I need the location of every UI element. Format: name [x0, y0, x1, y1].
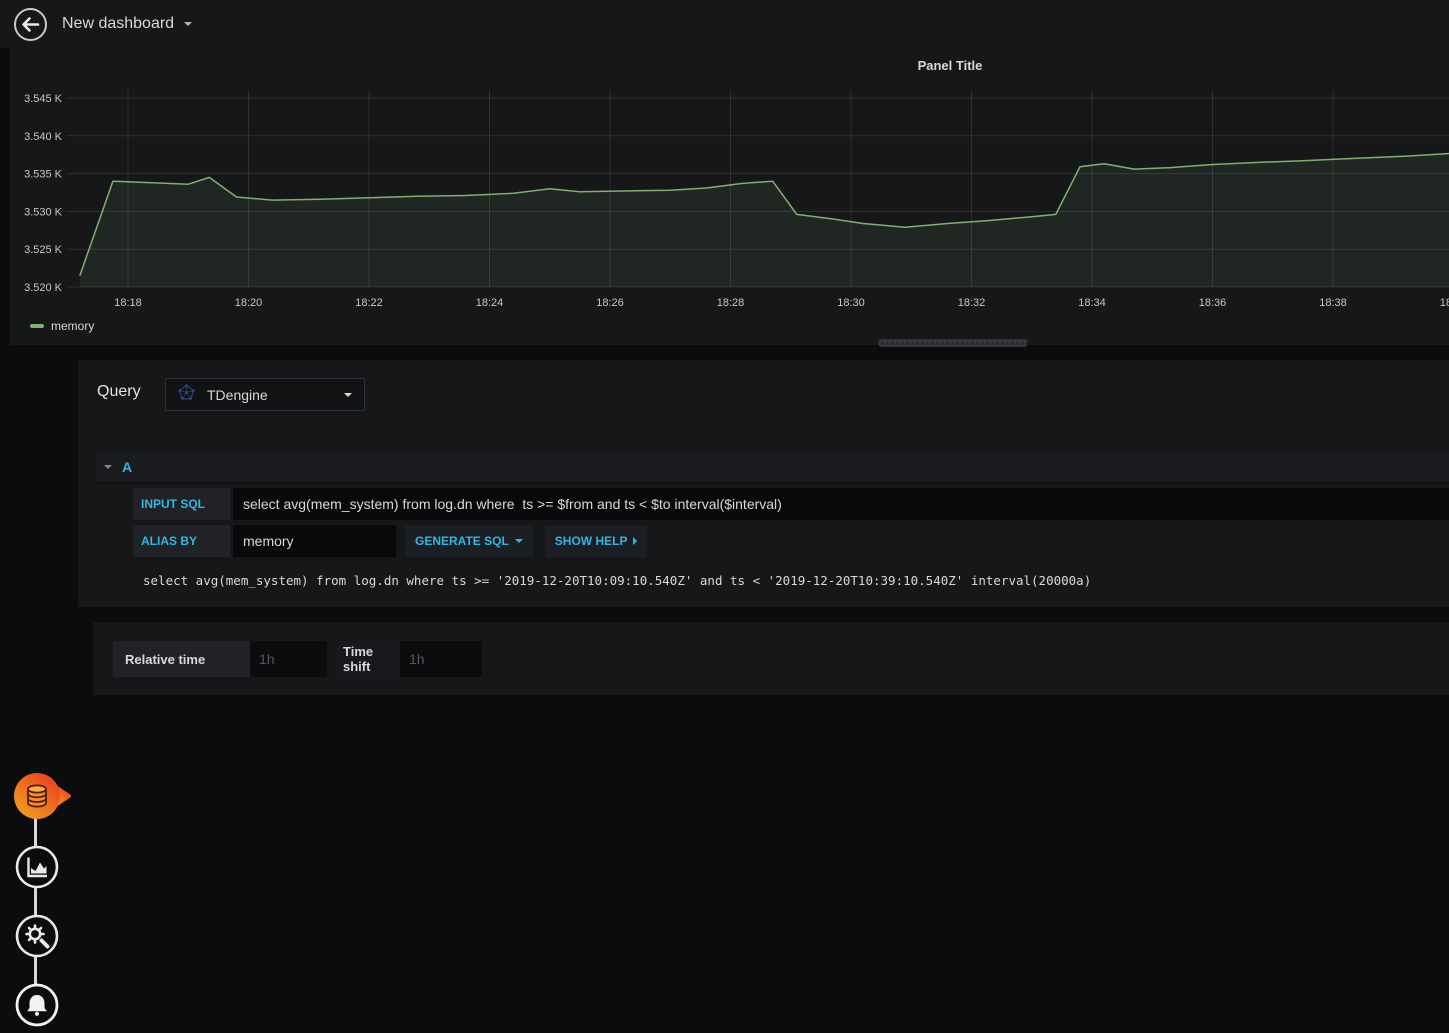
tab-visualization[interactable] [14, 844, 60, 895]
memory-timeseries-chart: 3.545 K 3.540 K 3.535 K 3.530 K 3.525 K 3.520… [24, 90, 1449, 309]
x-axis-tick-label: 18:40 [1440, 297, 1449, 309]
query-row-header[interactable]: A [95, 451, 1449, 483]
query-ref-id: A [122, 458, 133, 475]
x-axis-tick-label: 18:18 [114, 297, 142, 309]
collapse-caret-icon [104, 464, 112, 469]
alias-by-label: ALIAS BY [133, 525, 230, 557]
top-navbar: New dashboard [0, 0, 1449, 48]
tab-connector-line [34, 796, 37, 1004]
x-axis-tick-label: 18:24 [476, 297, 504, 309]
legend-color-dash [30, 324, 44, 328]
y-axis-tick-label: 3.530 K [24, 206, 63, 218]
chevron-down-icon [344, 392, 352, 397]
generate-sql-button[interactable]: GENERATE SQL [405, 525, 533, 557]
generated-sql-preview: select avg(mem_system) from log.dn where… [143, 573, 1092, 588]
chevron-down-icon [514, 539, 523, 543]
gear-icon [14, 914, 60, 963]
query-section-title: Query [97, 383, 141, 400]
show-help-button[interactable]: SHOW HELP [544, 525, 648, 557]
x-axis-tick-label: 18:32 [958, 297, 986, 309]
time-options-section: Relative time Time shift [93, 622, 1449, 695]
show-help-label: SHOW HELP [554, 534, 628, 548]
x-axis-tick-label: 18:36 [1199, 297, 1227, 309]
x-axis-tick-label: 18:34 [1078, 297, 1106, 309]
y-axis-tick-label: 3.520 K [24, 282, 63, 294]
dashboard-title-menu[interactable]: New dashboard [62, 15, 193, 33]
datasource-name: TDengine [207, 386, 268, 403]
chevron-right-icon [633, 537, 638, 545]
generate-sql-label: GENERATE SQL [415, 534, 509, 548]
y-axis-tick-label: 3.545 K [24, 93, 63, 105]
time-shift-field[interactable] [400, 641, 482, 677]
x-axis-tick-label: 18:22 [355, 297, 383, 309]
legend-item-memory[interactable]: memory [30, 319, 94, 333]
time-shift-label: Time shift [337, 641, 400, 677]
y-axis-tick-label: 3.535 K [24, 169, 63, 181]
x-axis-tick-label: 18:26 [596, 297, 624, 309]
graph-panel: Panel Title 3.545 K 3.540 K 3.535 K 3.530 K… [10, 48, 1449, 347]
panel-editor-tabs [0, 360, 75, 1027]
panel-resize-handle[interactable] [878, 339, 1028, 347]
tab-general[interactable] [14, 913, 60, 964]
x-axis-tick-label: 18:38 [1319, 297, 1347, 309]
tab-queries[interactable] [11, 770, 71, 827]
chart-icon [14, 845, 60, 894]
chevron-down-icon [184, 22, 193, 26]
time-options-row: Relative time Time shift [113, 641, 482, 677]
relative-time-label: Relative time [113, 641, 250, 677]
bell-icon [14, 983, 60, 1032]
alias-by-field[interactable] [233, 525, 396, 557]
y-axis-tick-label: 3.540 K [24, 131, 63, 143]
arrow-left-icon [13, 7, 48, 46]
legend-label: memory [51, 319, 95, 333]
dashboard-title: New dashboard [62, 15, 175, 32]
x-axis-tick-label: 18:30 [837, 297, 865, 309]
y-axis-tick-label: 3.525 K [24, 244, 63, 256]
back-button[interactable] [13, 7, 48, 42]
datasource-picker[interactable]: TDengine [165, 378, 365, 411]
query-section: Query TDengine A INPUT SQL ALIAS BY [78, 360, 1449, 607]
input-sql-label: INPUT SQL [133, 488, 230, 520]
alias-by-row: ALIAS BY GENERATE SQL SHOW HELP [133, 525, 1449, 557]
x-axis-tick-label: 18:20 [235, 297, 263, 309]
x-axis-tick-label: 18:28 [717, 297, 745, 309]
database-icon [11, 773, 71, 826]
relative-time-field[interactable] [250, 641, 327, 677]
input-sql-row: INPUT SQL [133, 488, 1449, 520]
input-sql-field[interactable] [233, 488, 1449, 520]
tab-alert[interactable] [14, 982, 60, 1033]
tdengine-icon [178, 383, 195, 406]
